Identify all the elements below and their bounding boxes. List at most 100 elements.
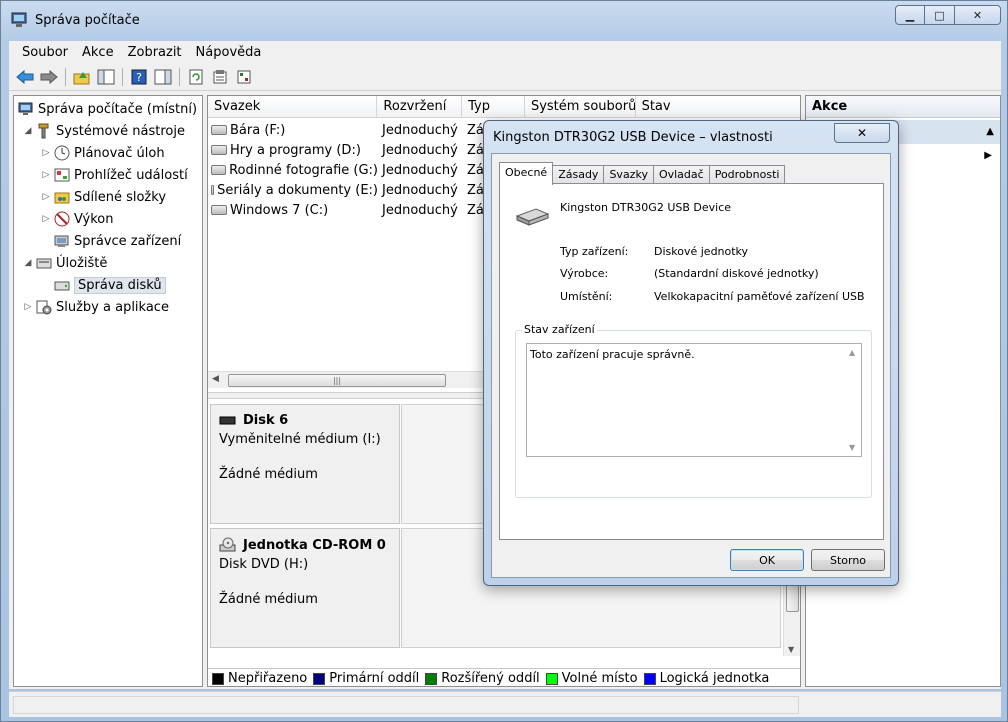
- maximize-button[interactable]: □: [925, 5, 955, 25]
- up-folder-icon[interactable]: [72, 67, 92, 87]
- column-header-layout[interactable]: Rozvržení: [377, 96, 463, 118]
- close-button[interactable]: ✕: [955, 5, 1001, 25]
- disk-6-block[interactable]: Disk 6 Vyměnitelné médium (I:) Žádné méd…: [210, 404, 400, 524]
- table-row[interactable]: Bára (F:) Jednoduchý Zá: [208, 120, 523, 140]
- scroll-thumb[interactable]: |||: [228, 374, 446, 387]
- cdrom-0-block[interactable]: Jednotka CD-ROM 0 Disk DVD (H:) Žádné mé…: [210, 528, 400, 648]
- removable-disk-icon: [219, 416, 236, 424]
- volume-layout: Jednoduchý: [382, 182, 458, 198]
- collapsed-triangle-icon[interactable]: ▷: [40, 214, 52, 224]
- console-tree: Správa počítače (místní) ◢ Systémové nás…: [13, 95, 203, 687]
- table-row[interactable]: Hry a programy (D:) Jednoduchý Zá: [208, 140, 523, 160]
- tree-item-root[interactable]: Správa počítače (místní): [18, 98, 197, 120]
- settings-list-icon[interactable]: [234, 67, 254, 87]
- volume-layout: Jednoduchý: [382, 162, 458, 178]
- dialog-close-button[interactable]: ✕: [834, 123, 890, 143]
- tree-item-label: Úložiště: [56, 255, 108, 271]
- volume-layout: Jednoduchý: [382, 142, 458, 158]
- collapsed-triangle-icon[interactable]: ▷: [22, 302, 34, 312]
- scroll-left-icon[interactable]: ◀: [212, 374, 219, 384]
- more-actions-arrow-icon[interactable]: ▶: [984, 150, 992, 161]
- tree-item-label: Správce zařízení: [74, 233, 182, 249]
- drive-icon: [211, 125, 227, 135]
- tree-item-system-tools[interactable]: ◢ Systémové nástroje: [22, 120, 185, 142]
- ok-button[interactable]: OK: [730, 549, 804, 571]
- cancel-button[interactable]: Storno: [811, 549, 885, 571]
- back-arrow-icon[interactable]: [15, 67, 35, 87]
- volume-name: Windows 7 (C:): [230, 202, 329, 218]
- device-status-textbox[interactable]: Toto zařízení pracuje správně. ▲ ▼: [526, 343, 862, 457]
- tree-item-services[interactable]: ▷ Služby a aplikace: [22, 296, 169, 318]
- disk-medium: Žádné médium: [219, 592, 318, 607]
- legend-swatch: [425, 672, 438, 685]
- tree-item-disk-management[interactable]: Správa disků: [54, 274, 166, 296]
- tree-item-label: Prohlížeč událostí: [74, 167, 188, 183]
- tree-item-storage[interactable]: ◢ Úložiště: [22, 252, 108, 274]
- column-header-filesystem[interactable]: Systém souborů: [525, 96, 636, 118]
- tab-volumes[interactable]: Svazky: [603, 165, 654, 185]
- column-header-volume[interactable]: Svazek: [208, 96, 378, 118]
- legend-item: Logická jednotka: [643, 671, 769, 686]
- tree-item-performance[interactable]: ▷ Výkon: [40, 208, 114, 230]
- prop-label-device-type: Typ zařízení:: [560, 245, 629, 258]
- tab-driver[interactable]: Ovladač: [652, 165, 710, 185]
- forward-arrow-icon[interactable]: [39, 67, 59, 87]
- tree-item-label: Výkon: [74, 211, 114, 227]
- disk-medium: Žádné médium: [219, 467, 318, 482]
- tab-policies[interactable]: Zásady: [552, 165, 605, 185]
- collapsed-triangle-icon[interactable]: ▷: [40, 192, 52, 202]
- menu-view[interactable]: Zobrazit: [121, 45, 189, 60]
- disk-description: Disk DVD (H:): [219, 557, 309, 572]
- volume-name: Bára (F:): [230, 122, 286, 138]
- status-cell: [13, 696, 799, 714]
- toolbar-separator: [179, 67, 180, 86]
- menu-help[interactable]: Nápověda: [189, 45, 269, 60]
- prop-value-location: Velkokapacitní paměťové zařízení USB: [654, 290, 865, 303]
- toolbar-separator: [65, 67, 66, 86]
- volume-list-header: Svazek Rozvržení Typ Systém souborů Stav: [208, 96, 800, 118]
- volume-layout: Jednoduchý: [382, 122, 458, 138]
- scroll-down-icon[interactable]: ▼: [849, 443, 855, 452]
- show-hide-tree-icon[interactable]: [96, 67, 116, 87]
- properties-icon[interactable]: [210, 67, 230, 87]
- expanded-triangle-icon[interactable]: ◢: [22, 126, 34, 136]
- title-bar[interactable]: Správa počítače ▁ □ ✕: [1, 1, 1007, 37]
- table-row[interactable]: Windows 7 (C:) Jednoduchý Zá: [208, 200, 523, 220]
- legend-swatch: [212, 672, 224, 685]
- status-scrollbar[interactable]: ▲ ▼: [844, 344, 861, 456]
- computer-icon: [18, 101, 34, 117]
- table-row[interactable]: Seriály a dokumenty (E:) Jednoduchý Zá: [208, 180, 523, 200]
- tree-item-task-scheduler[interactable]: ▷ Plánovač úloh: [40, 142, 165, 164]
- scroll-down-icon[interactable]: ▼: [788, 645, 794, 654]
- column-header-status[interactable]: Stav: [636, 96, 800, 118]
- window-title: Správa počítače: [35, 13, 140, 28]
- tree-item-device-manager[interactable]: Správce zařízení: [54, 230, 181, 252]
- scroll-up-icon[interactable]: ▲: [849, 348, 855, 357]
- minimize-button[interactable]: ▁: [895, 5, 925, 25]
- collapse-up-icon[interactable]: ▲: [986, 126, 994, 137]
- expanded-triangle-icon[interactable]: ◢: [22, 258, 34, 268]
- collapsed-triangle-icon[interactable]: ▷: [40, 148, 52, 158]
- table-row[interactable]: Rodinné fotografie (G:) Jednoduchý Zá: [208, 160, 523, 180]
- drive-icon: [211, 205, 227, 215]
- tab-general[interactable]: Obecné: [499, 162, 554, 185]
- tab-details[interactable]: Podrobnosti: [708, 165, 786, 185]
- show-hide-action-pane-icon[interactable]: [153, 67, 173, 87]
- column-header-type[interactable]: Typ: [462, 96, 525, 118]
- volume-name: Rodinné fotografie (G:): [229, 162, 378, 178]
- legend-item: Rozšířený oddíl: [425, 671, 540, 686]
- legend-swatch: [643, 672, 656, 685]
- prop-label-manufacturer: Výrobce:: [560, 267, 609, 280]
- menu-bar: Soubor Akce Zobrazit Nápověda: [9, 41, 1001, 63]
- menu-action[interactable]: Akce: [75, 45, 121, 60]
- refresh-icon[interactable]: [186, 67, 206, 87]
- volume-layout: Jednoduchý: [382, 202, 458, 218]
- help-icon[interactable]: ?: [129, 67, 149, 87]
- dialog-tabs: Obecné Zásady Svazky Ovladač Podrobnosti: [499, 162, 786, 185]
- collapsed-triangle-icon[interactable]: ▷: [40, 170, 52, 180]
- tree-item-shared-folders[interactable]: ▷ Sdílené složky: [40, 186, 166, 208]
- menu-file[interactable]: Soubor: [15, 45, 75, 60]
- tree-item-event-viewer[interactable]: ▷ Prohlížeč událostí: [40, 164, 188, 186]
- device-status-group: Stav zařízení Toto zařízení pracuje sprá…: [515, 323, 872, 498]
- device-status-text: Toto zařízení pracuje správně.: [530, 348, 695, 361]
